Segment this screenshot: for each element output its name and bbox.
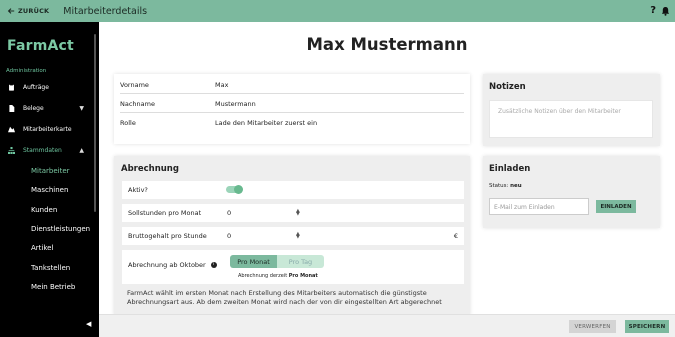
current-billing-value: Pro Monat bbox=[288, 273, 318, 279]
question-mark-icon[interactable]: ? bbox=[650, 5, 656, 17]
gross-wage-label: Bruttogehalt pro Stunde bbox=[128, 232, 207, 240]
info-row-rolle: Rolle Lade den Mitarbeiter zuerst ein bbox=[120, 114, 464, 132]
active-row: Aktiv? bbox=[122, 181, 464, 199]
invite-title: Einladen bbox=[489, 164, 531, 174]
billing-note: FarmAct wählt im ersten Monat nach Erste… bbox=[127, 289, 442, 306]
per-day-option[interactable]: Pro Tag bbox=[277, 255, 324, 268]
target-hours-input[interactable]: 0 bbox=[227, 209, 231, 217]
sidebar-item-label: Mitarbeiterkarte bbox=[23, 126, 72, 133]
page-title: Mitarbeiterdetails bbox=[63, 5, 148, 17]
save-button[interactable]: SPEICHERN bbox=[625, 320, 669, 333]
discard-button[interactable]: VERWERFEN bbox=[569, 320, 616, 333]
billing-from-text: Abrechnung ab Oktober i bbox=[128, 261, 217, 269]
bell-icon[interactable] bbox=[661, 6, 670, 16]
sidebar-subitem-kunden[interactable]: Kunden bbox=[31, 206, 57, 214]
sidebar-section-administration: Administration bbox=[6, 68, 47, 74]
billing-mode-toggle: Pro Monat Pro Tag bbox=[230, 255, 324, 268]
per-month-option[interactable]: Pro Monat bbox=[230, 255, 277, 268]
chevron-up-icon[interactable]: ▲ bbox=[79, 147, 84, 154]
sidebar-item-belege[interactable]: Belege ▼ bbox=[8, 105, 84, 112]
gross-wage-stepper-icon[interactable]: ▲ ▼ bbox=[296, 232, 300, 240]
collapse-sidebar-icon[interactable]: ◀ bbox=[86, 320, 91, 328]
gross-wage-row: Bruttogehalt pro Stunde 0 ▲ ▼ € bbox=[122, 227, 464, 245]
document-icon bbox=[9, 105, 15, 112]
active-toggle[interactable] bbox=[226, 185, 243, 194]
current-billing-prefix: Abrechnung derzeit bbox=[238, 273, 288, 279]
main-content: Max Mustermann Vorname Max Nachname Must… bbox=[99, 22, 675, 337]
sidebar-subitem-dienstleistungen[interactable]: Dienstleistungen bbox=[31, 225, 90, 233]
gross-wage-input[interactable]: 0 bbox=[227, 232, 231, 240]
target-hours-row: Sollstunden pro Monat 0 ▲ ▼ bbox=[122, 204, 464, 222]
notes-textarea[interactable]: Zusätzliche Notizen über den Mitarbeiter bbox=[489, 100, 653, 138]
status-badge: neu bbox=[510, 183, 522, 189]
email-field[interactable]: E-Mail zum Einladen bbox=[489, 198, 589, 215]
info-row-nachname: Nachname Mustermann bbox=[120, 95, 464, 113]
info-label: Rolle bbox=[120, 119, 136, 127]
sidebar-subitem-mein-betrieb[interactable]: Mein Betrieb bbox=[31, 283, 75, 291]
info-label: Vorname bbox=[120, 80, 149, 89]
billing-card: Abrechnung Aktiv? Sollstunden pro Monat … bbox=[114, 156, 470, 316]
action-bar: VERWERFEN SPEICHERN bbox=[99, 314, 675, 337]
info-label: Nachname bbox=[120, 99, 155, 108]
clipboard-icon bbox=[9, 84, 14, 91]
billing-mode-row: Abrechnung ab Oktober i Pro Monat Pro Ta… bbox=[122, 250, 464, 284]
current-billing-text: Abrechnung derzeit Pro Monat bbox=[238, 273, 318, 279]
info-icon[interactable]: i bbox=[210, 262, 217, 268]
invite-button[interactable]: EINLADEN bbox=[596, 200, 636, 213]
back-label: ZURÜCK bbox=[18, 7, 50, 15]
sidebar-item-label: Belege bbox=[23, 105, 44, 112]
sidebar-subitem-artikel[interactable]: Artikel bbox=[31, 244, 53, 252]
info-row-vorname: Vorname Max bbox=[120, 76, 464, 94]
target-hours-label: Sollstunden pro Monat bbox=[128, 209, 202, 217]
info-value: Lade den Mitarbeiter zuerst ein bbox=[215, 119, 318, 127]
map-icon bbox=[8, 126, 15, 133]
status-label: Status: bbox=[489, 183, 509, 189]
currency-symbol: € bbox=[453, 232, 458, 240]
info-value: Mustermann bbox=[215, 99, 256, 108]
billing-from-label: Abrechnung ab Oktober bbox=[128, 261, 206, 269]
active-label: Aktiv? bbox=[128, 186, 148, 194]
info-value: Max bbox=[215, 80, 229, 89]
invite-card: Einladen Status: neu E-Mail zum Einladen… bbox=[483, 156, 660, 228]
sidebar-item-label: Stammdaten bbox=[23, 147, 62, 154]
invite-status: Status: neu bbox=[489, 183, 522, 189]
employee-info-card: Vorname Max Nachname Mustermann Rolle La… bbox=[114, 74, 470, 144]
sidebar: FarmAct Administration Aufträge Belege ▼… bbox=[0, 22, 99, 337]
sidebar-scrollbar[interactable] bbox=[94, 34, 96, 212]
sidebar-item-auftraege[interactable]: Aufträge bbox=[8, 84, 84, 91]
billing-title: Abrechnung bbox=[121, 164, 179, 174]
toggle-knob bbox=[234, 185, 243, 194]
sidebar-subitem-tankstellen[interactable]: Tankstellen bbox=[31, 264, 70, 272]
sidebar-subitem-mitarbeiter[interactable]: Mitarbeiter bbox=[31, 167, 70, 175]
employee-name: Max Mustermann bbox=[306, 35, 468, 54]
farmact-logo: FarmAct bbox=[7, 38, 74, 54]
notes-title: Notizen bbox=[489, 82, 526, 92]
hierarchy-icon bbox=[8, 147, 15, 154]
chevron-down-icon[interactable]: ▼ bbox=[79, 105, 84, 112]
sidebar-item-mitarbeiterkarte[interactable]: Mitarbeiterkarte bbox=[8, 126, 84, 133]
top-bar: ZURÜCK Mitarbeiterdetails ? bbox=[0, 0, 675, 22]
sidebar-subitem-maschinen[interactable]: Maschinen bbox=[31, 186, 68, 194]
sidebar-item-label: Aufträge bbox=[23, 84, 49, 91]
sidebar-item-stammdaten[interactable]: Stammdaten ▲ bbox=[8, 147, 84, 154]
back-button[interactable]: ZURÜCK bbox=[7, 7, 49, 15]
notes-card: Notizen Zusätzliche Notizen über den Mit… bbox=[483, 74, 660, 146]
target-hours-stepper-icon[interactable]: ▲ ▼ bbox=[296, 209, 300, 217]
arrow-left-icon bbox=[7, 8, 15, 14]
